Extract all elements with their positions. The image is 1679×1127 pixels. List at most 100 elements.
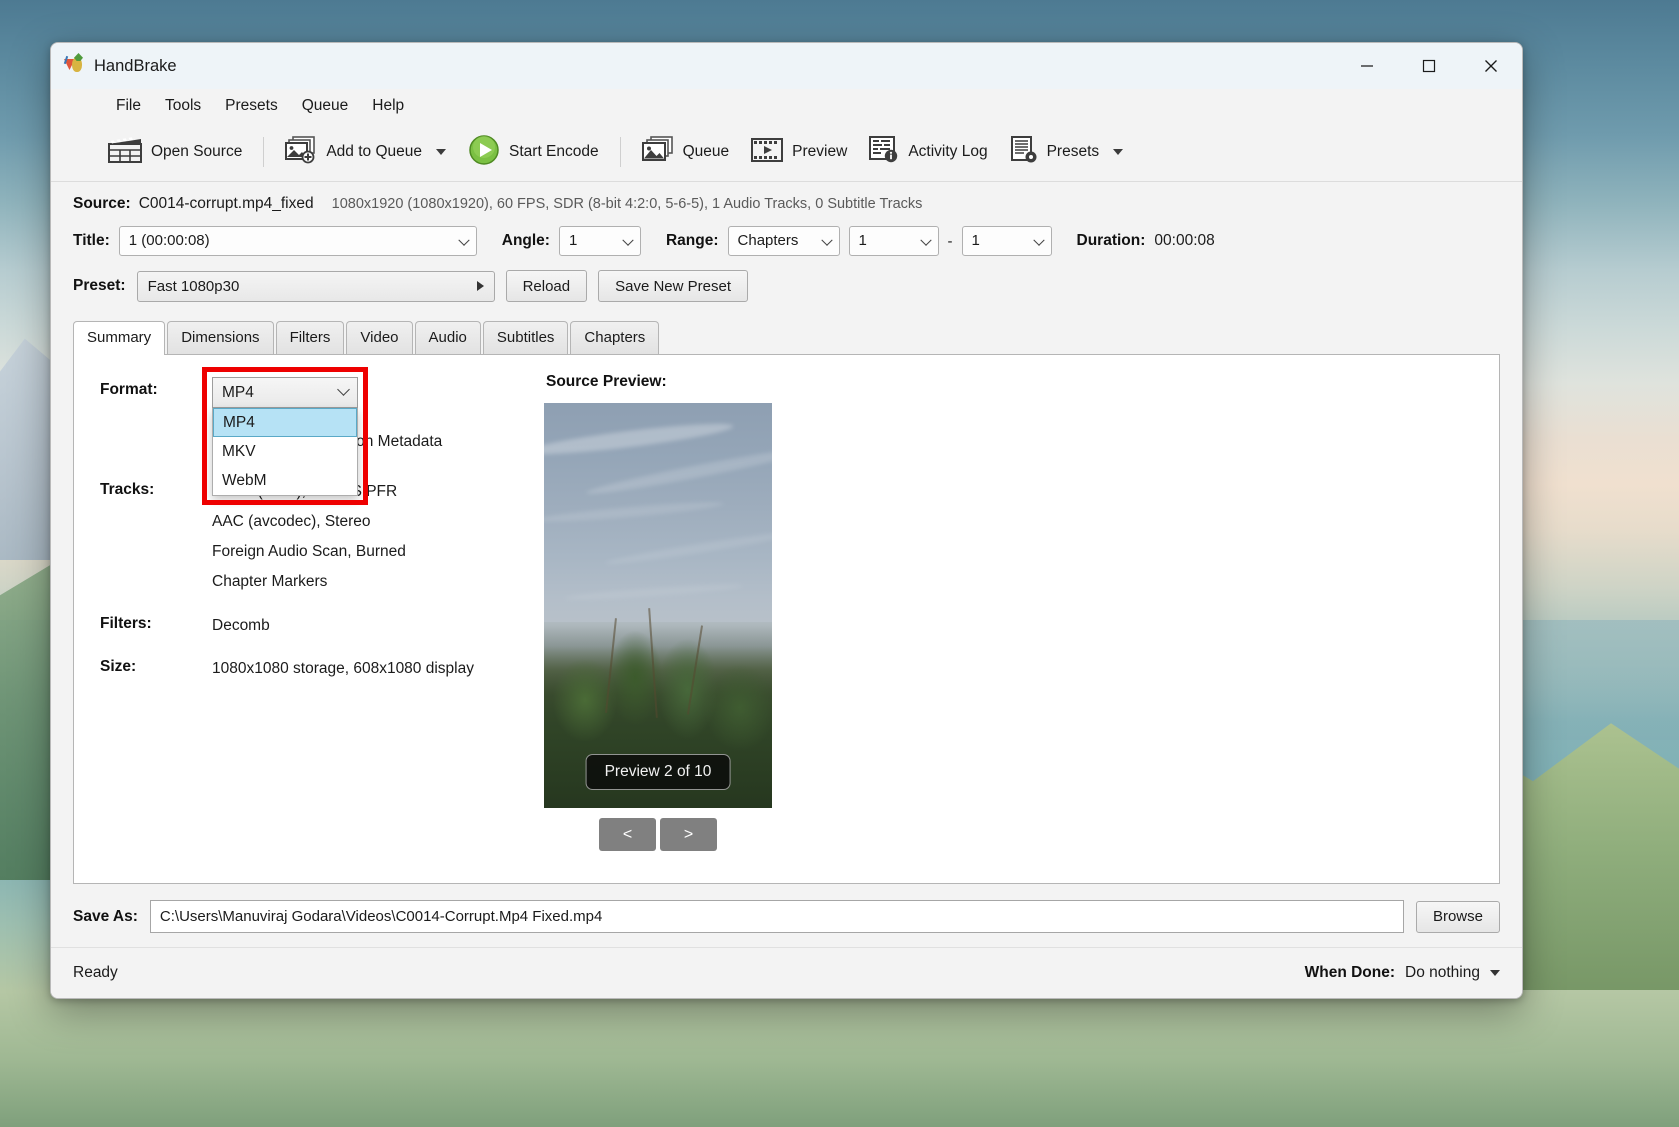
when-done-value: Do nothing xyxy=(1405,964,1480,982)
browse-button[interactable]: Browse xyxy=(1416,901,1500,933)
range-dash: - xyxy=(948,233,953,250)
close-button[interactable] xyxy=(1460,43,1522,89)
summary-right-column: Source Preview: Preview 2 of 10 xyxy=(544,355,1499,883)
tab-summary[interactable]: Summary xyxy=(73,321,165,355)
size-label: Size: xyxy=(100,654,212,676)
range-from-select-wrap: 1 xyxy=(849,226,939,256)
title-select-wrap: 1 (00:00:08) xyxy=(119,226,477,256)
format-selected-value: MP4 xyxy=(222,384,254,402)
when-done-group[interactable]: When Done: Do nothing xyxy=(1305,964,1500,982)
format-option-webm[interactable]: WebM xyxy=(213,466,357,495)
tracks-label: Tracks: xyxy=(100,477,212,499)
preset-value: Fast 1080p30 xyxy=(148,278,240,295)
reload-button[interactable]: Reload xyxy=(506,270,588,302)
status-bar: Ready When Done: Do nothing xyxy=(51,947,1522,998)
format-option-mkv[interactable]: MKV xyxy=(213,437,357,466)
format-dropdown: MP4 MP4 MKV WebM xyxy=(212,377,358,408)
range-from-select[interactable]: 1 xyxy=(849,226,939,256)
source-label: Source: xyxy=(73,195,131,213)
angle-label: Angle: xyxy=(502,232,550,250)
tab-video[interactable]: Video xyxy=(346,321,412,354)
presets-toolbar-label: Presets xyxy=(1047,143,1100,161)
document-gear-icon xyxy=(1010,136,1038,169)
handbrake-cocktail-icon xyxy=(64,56,84,76)
preview-next-button[interactable]: > xyxy=(660,818,717,851)
track-line: Chapter Markers xyxy=(212,567,406,597)
duration-label: Duration: xyxy=(1077,232,1146,250)
main-body: Source: C0014-corrupt.mp4_fixed 1080x192… xyxy=(51,182,1522,947)
maximize-button[interactable] xyxy=(1398,43,1460,89)
tab-audio[interactable]: Audio xyxy=(415,321,481,354)
preset-row: Preset: Fast 1080p30 Reload Save New Pre… xyxy=(69,256,1504,302)
preview-button[interactable]: Preview xyxy=(740,132,858,173)
window-title: HandBrake xyxy=(94,57,177,76)
when-done-label: When Done: xyxy=(1305,964,1395,982)
add-to-queue-button[interactable]: Add to Queue xyxy=(274,131,457,174)
add-to-queue-label: Add to Queue xyxy=(326,143,422,161)
presets-toolbar-button[interactable]: Presets xyxy=(999,131,1135,174)
open-source-label: Open Source xyxy=(151,143,242,161)
activity-log-label: Activity Log xyxy=(908,143,987,161)
add-image-stack-icon xyxy=(285,136,317,169)
range-type-select-wrap: Chapters xyxy=(728,226,840,256)
menu-help[interactable]: Help xyxy=(361,93,415,119)
summary-left-column: Format: MP4 MP4 MKV WebM xyxy=(74,355,544,883)
title-bar: HandBrake xyxy=(51,43,1522,89)
preview-prev-button[interactable]: < xyxy=(599,818,656,851)
save-as-label: Save As: xyxy=(73,908,138,926)
menu-queue[interactable]: Queue xyxy=(291,93,360,119)
window-controls xyxy=(1336,43,1522,89)
track-line: Foreign Audio Scan, Burned xyxy=(212,537,406,567)
minimize-button[interactable] xyxy=(1336,43,1398,89)
toolbar-separator-2 xyxy=(620,137,621,167)
tab-dimensions[interactable]: Dimensions xyxy=(167,321,273,354)
preview-counter-badge: Preview 2 of 10 xyxy=(586,754,731,790)
start-encode-button[interactable]: Start Encode xyxy=(457,129,610,176)
toolbar-separator-1 xyxy=(263,137,264,167)
image-stack-icon xyxy=(642,136,674,169)
menu-bar: File Tools Presets Queue Help xyxy=(51,89,1522,123)
track-line: AAC (avcodec), Stereo xyxy=(212,507,406,537)
angle-select[interactable]: 1 xyxy=(559,226,641,256)
save-as-input[interactable] xyxy=(150,900,1404,933)
activity-log-button[interactable]: Activity Log xyxy=(858,131,998,174)
chevron-down-icon[interactable] xyxy=(436,149,446,155)
title-select[interactable]: 1 (00:00:08) xyxy=(119,226,477,256)
chevron-down-icon[interactable] xyxy=(1490,970,1500,976)
title-label: Title: xyxy=(73,232,110,250)
source-row: Source: C0014-corrupt.mp4_fixed 1080x192… xyxy=(69,182,1504,217)
range-to-select[interactable]: 1 xyxy=(962,226,1052,256)
preview-navigation: < > xyxy=(544,818,772,851)
tab-chapters[interactable]: Chapters xyxy=(570,321,659,354)
preview-label: Preview xyxy=(792,143,847,161)
start-encode-label: Start Encode xyxy=(509,143,599,161)
source-preview-image[interactable]: Preview 2 of 10 xyxy=(544,403,772,808)
queue-label: Queue xyxy=(683,143,730,161)
menu-file[interactable]: File xyxy=(105,93,152,119)
tab-bar: Summary Dimensions Filters Video Audio S… xyxy=(69,320,1504,354)
log-info-icon xyxy=(869,136,899,169)
format-select-closed[interactable]: MP4 xyxy=(212,377,358,408)
main-toolbar: Open Source Add to Queue xyxy=(51,123,1522,182)
format-option-mp4[interactable]: MP4 xyxy=(213,408,357,437)
save-as-row: Save As: Browse xyxy=(69,884,1504,933)
tab-filters[interactable]: Filters xyxy=(276,321,345,354)
save-new-preset-button[interactable]: Save New Preset xyxy=(598,270,748,302)
chevron-down-icon[interactable] xyxy=(1113,149,1123,155)
menu-tools[interactable]: Tools xyxy=(154,93,212,119)
range-type-select[interactable]: Chapters xyxy=(728,226,840,256)
filters-value: Decomb xyxy=(212,611,270,641)
menu-presets[interactable]: Presets xyxy=(214,93,289,119)
open-source-button[interactable]: Open Source xyxy=(97,131,253,174)
tab-subtitles[interactable]: Subtitles xyxy=(483,321,569,354)
size-value: 1080x1080 storage, 608x1080 display xyxy=(212,654,474,684)
chevron-down-icon xyxy=(337,383,350,396)
queue-button[interactable]: Queue xyxy=(631,131,741,174)
source-filename: C0014-corrupt.mp4_fixed xyxy=(139,195,314,213)
range-to-select-wrap: 1 xyxy=(962,226,1052,256)
duration-value: 00:00:08 xyxy=(1154,232,1214,250)
preset-select[interactable]: Fast 1080p30 xyxy=(137,271,495,302)
film-clapper-icon xyxy=(108,136,142,169)
status-text: Ready xyxy=(73,964,118,982)
desktop-background: HandBrake File Tools Presets Queue Help xyxy=(0,0,1679,1127)
